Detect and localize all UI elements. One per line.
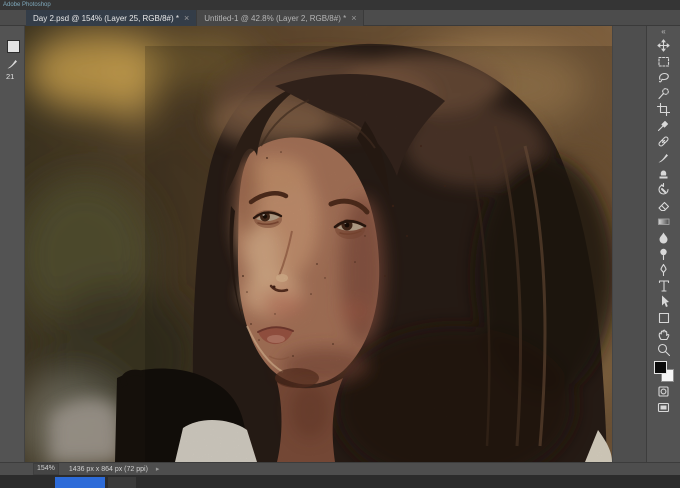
tools-panel: « — [646, 26, 680, 462]
window-titlebar: Adobe Photoshop — [0, 0, 680, 10]
quick-selection-tool-icon[interactable] — [656, 85, 672, 101]
pen-tool-icon[interactable] — [656, 261, 672, 277]
eraser-tool-icon[interactable] — [656, 197, 672, 213]
zoom-level-field[interactable]: 154% — [33, 463, 59, 475]
lasso-tool-icon[interactable] — [656, 69, 672, 85]
quick-mask-icon[interactable] — [656, 383, 672, 399]
pasteboard-gap — [612, 26, 646, 462]
type-tool-icon[interactable] — [656, 277, 672, 293]
screen-mode-icon[interactable] — [656, 399, 672, 415]
white-swatch-icon[interactable] — [7, 40, 20, 53]
tab-label: Untitled-1 @ 42.8% (Layer 2, RGB/8#) * — [204, 13, 347, 23]
brush-size-label: 21 — [6, 72, 15, 81]
taskbar-active-app[interactable] — [55, 477, 105, 488]
window-title: Adobe Photoshop — [3, 2, 51, 8]
status-bar: 154% 1436 px x 864 px (72 ppi) ▸ — [0, 462, 680, 475]
collapse-dock-icon[interactable]: « — [661, 27, 665, 37]
document-tab-bar: Day 2.psd @ 154% (Layer 25, RGB/8#) * × … — [0, 10, 680, 26]
history-brush-tool-icon[interactable] — [656, 181, 672, 197]
zoom-tool-icon[interactable] — [656, 341, 672, 357]
foreground-color-swatch[interactable] — [653, 361, 667, 374]
eyedropper-tool-icon[interactable] — [656, 117, 672, 133]
painting-canvas[interactable] — [25, 26, 612, 462]
tab-day2[interactable]: Day 2.psd @ 154% (Layer 25, RGB/8#) * × — [26, 10, 197, 26]
rectangular-marquee-tool-icon[interactable] — [656, 53, 672, 69]
dodge-tool-icon[interactable] — [656, 245, 672, 261]
gradient-tool-icon[interactable] — [656, 213, 672, 229]
taskbar-app-segment[interactable] — [108, 477, 136, 488]
spot-healing-tool-icon[interactable] — [656, 133, 672, 149]
move-tool-icon[interactable] — [656, 37, 672, 53]
shape-tool-icon[interactable] — [656, 309, 672, 325]
hand-tool-icon[interactable] — [656, 325, 672, 341]
left-dock-panel: 21 — [0, 26, 25, 462]
document-info-label: 1436 px x 864 px (72 ppi) — [68, 465, 148, 473]
tab-label: Day 2.psd @ 154% (Layer 25, RGB/8#) * — [33, 13, 179, 23]
portrait-painting — [25, 26, 612, 462]
clone-stamp-tool-icon[interactable] — [656, 165, 672, 181]
path-selection-tool-icon[interactable] — [656, 293, 672, 309]
close-icon[interactable]: × — [351, 13, 356, 23]
brush-tool-icon[interactable] — [656, 149, 672, 165]
brush-icon[interactable] — [6, 57, 19, 70]
close-icon[interactable]: × — [184, 13, 189, 23]
color-swatches — [653, 361, 674, 383]
chevron-right-icon[interactable]: ▸ — [156, 465, 160, 473]
blur-tool-icon[interactable] — [656, 229, 672, 245]
tab-untitled1[interactable]: Untitled-1 @ 42.8% (Layer 2, RGB/8#) * × — [196, 10, 365, 26]
crop-tool-icon[interactable] — [656, 101, 672, 117]
